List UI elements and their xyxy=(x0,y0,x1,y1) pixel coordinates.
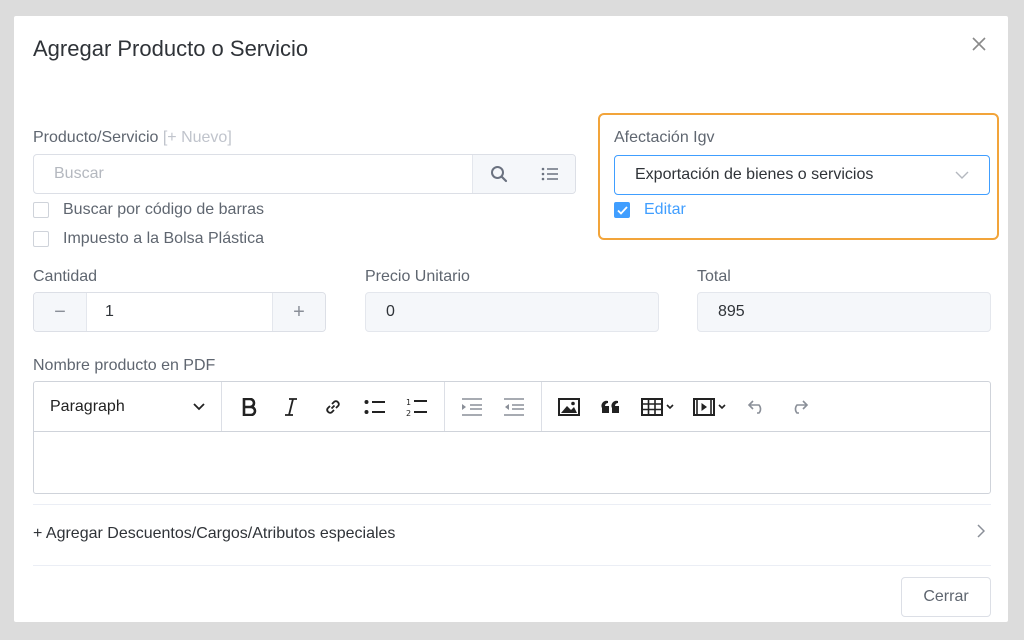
increase-button[interactable]: + xyxy=(272,293,325,331)
total-label: Total xyxy=(697,268,731,285)
igv-highlight-box: Afectación Igv Exportación de bienes o s… xyxy=(598,113,999,240)
divider-top xyxy=(33,504,991,505)
image-icon[interactable] xyxy=(548,389,590,425)
new-product-link[interactable]: [+ Nuevo] xyxy=(163,129,232,146)
svg-text:2: 2 xyxy=(406,409,411,417)
extras-collapse[interactable]: + Agregar Descuentos/Cargos/Atributos es… xyxy=(33,524,991,543)
dialog-title: Agregar Producto o Servicio xyxy=(33,36,309,61)
editor-toolbar: Paragraph 1 2 xyxy=(34,382,990,432)
divider-bottom xyxy=(33,565,991,566)
barcode-checkbox-row[interactable]: Buscar por código de barras xyxy=(33,201,264,219)
numbered-list-icon[interactable]: 12 xyxy=(396,389,438,425)
link-icon[interactable] xyxy=(312,389,354,425)
igv-label: Afectación Igv xyxy=(614,129,715,146)
product-label: Producto/Servicio [+ Nuevo] xyxy=(33,129,232,147)
barcode-checkbox-label: Buscar por código de barras xyxy=(63,201,264,218)
list-icon[interactable] xyxy=(524,155,575,193)
pdf-name-label: Nombre producto en PDF xyxy=(33,357,216,374)
decrease-button[interactable]: − xyxy=(34,293,87,331)
outdent-icon[interactable] xyxy=(493,389,535,425)
extras-collapse-label: + Agregar Descuentos/Cargos/Atributos es… xyxy=(33,524,396,542)
block-format-select[interactable]: Paragraph xyxy=(40,398,215,416)
redo-icon[interactable] xyxy=(778,389,820,425)
search-icon[interactable] xyxy=(473,155,524,193)
unit-price-label: Precio Unitario xyxy=(365,268,470,285)
plastic-tax-checkbox-row[interactable]: Impuesto a la Bolsa Plástica xyxy=(33,230,264,248)
product-search-field[interactable]: Buscar xyxy=(33,154,576,194)
close-button[interactable]: Cerrar xyxy=(901,577,991,617)
editor-content-area[interactable] xyxy=(34,432,990,493)
igv-selected-value: Exportación de bienes o servicios xyxy=(635,166,874,183)
insert-group xyxy=(542,382,826,431)
barcode-checkbox[interactable] xyxy=(33,202,49,218)
search-input[interactable]: Buscar xyxy=(34,165,472,183)
chevron-down-icon xyxy=(193,398,205,416)
bullet-list-icon[interactable] xyxy=(354,389,396,425)
add-product-dialog: Agregar Producto o Servicio Producto/Ser… xyxy=(14,16,1008,622)
bold-icon[interactable] xyxy=(228,389,270,425)
total-input: 895 xyxy=(697,292,991,332)
total-value: 895 xyxy=(718,303,745,320)
block-format-group: Paragraph xyxy=(34,382,222,431)
unit-price-value: 0 xyxy=(386,303,395,320)
unit-price-input[interactable]: 0 xyxy=(365,292,659,332)
indent-group xyxy=(445,382,542,431)
svg-text:1: 1 xyxy=(406,398,411,407)
product-label-text: Producto/Servicio xyxy=(33,129,159,146)
chevron-down-icon xyxy=(955,166,969,184)
search-buttons xyxy=(472,155,575,193)
italic-icon[interactable] xyxy=(270,389,312,425)
media-icon[interactable] xyxy=(684,389,736,425)
quantity-stepper[interactable]: − 1 + xyxy=(33,292,326,332)
rich-text-editor: Paragraph 1 2 xyxy=(33,381,991,494)
edit-checkbox-row[interactable]: Editar xyxy=(614,201,686,219)
igv-select[interactable]: Exportación de bienes o servicios xyxy=(614,155,990,195)
format-group: 12 xyxy=(222,382,445,431)
plastic-tax-checkbox-label: Impuesto a la Bolsa Plástica xyxy=(63,230,264,247)
undo-icon[interactable] xyxy=(736,389,778,425)
plastic-tax-checkbox[interactable] xyxy=(33,231,49,247)
edit-checkbox[interactable] xyxy=(614,202,630,218)
blockquote-icon[interactable] xyxy=(590,389,632,425)
table-icon[interactable] xyxy=(632,389,684,425)
block-format-value: Paragraph xyxy=(50,397,125,415)
close-icon[interactable] xyxy=(970,35,988,53)
indent-icon[interactable] xyxy=(451,389,493,425)
quantity-label: Cantidad xyxy=(33,268,98,285)
chevron-right-icon xyxy=(977,524,986,543)
quantity-input[interactable]: 1 xyxy=(87,293,272,331)
edit-checkbox-label: Editar xyxy=(644,201,686,218)
